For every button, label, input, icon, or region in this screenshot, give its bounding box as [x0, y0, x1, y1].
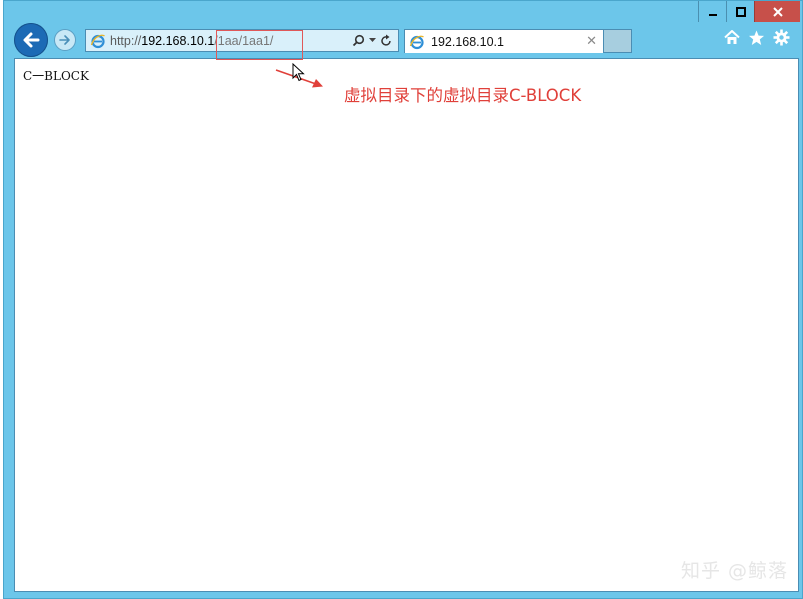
- search-icon[interactable]: [352, 34, 365, 47]
- home-icon[interactable]: [724, 30, 740, 45]
- gear-icon[interactable]: [773, 29, 790, 46]
- close-button[interactable]: [754, 1, 800, 22]
- close-icon: [772, 6, 783, 17]
- address-tools: [352, 34, 398, 47]
- forward-arrow-icon: [59, 35, 70, 45]
- tab-title: 192.168.10.1: [431, 34, 504, 49]
- maximize-button[interactable]: [726, 1, 754, 22]
- watermark: 知乎 @鲸落: [680, 560, 788, 582]
- annotation-text: 虚拟目录下的虚拟目录C-BLOCK: [344, 86, 582, 105]
- minimize-button[interactable]: [698, 1, 726, 22]
- mouse-cursor-icon: [292, 63, 305, 82]
- back-arrow-icon: [23, 32, 40, 48]
- page-body-text: C一BLOCK: [23, 69, 89, 83]
- new-tab-button[interactable]: [604, 29, 632, 53]
- url-host: 192.168.10.1: [141, 33, 215, 48]
- back-button[interactable]: [14, 23, 48, 57]
- maximize-icon: [735, 6, 746, 17]
- minimize-icon: [708, 13, 717, 16]
- tab-close-icon[interactable]: ✕: [586, 34, 597, 49]
- tab-active[interactable]: 192.168.10.1 ✕: [404, 29, 604, 53]
- url-highlight-box: [216, 30, 303, 60]
- toolbar-right: [724, 29, 790, 46]
- favorites-star-icon[interactable]: [748, 30, 765, 46]
- refresh-icon[interactable]: [380, 34, 392, 47]
- url-scheme: http://: [110, 33, 142, 48]
- ie-logo-icon: [409, 35, 424, 49]
- page-content: C一BLOCK 知乎 @鲸落: [14, 58, 799, 592]
- forward-button[interactable]: [54, 29, 76, 51]
- ie-logo-icon: [90, 34, 105, 48]
- browser-window: http://192.168.10.1/1aa/1aa1/ 192.168.10…: [3, 0, 803, 599]
- window-controls: [698, 1, 800, 23]
- dropdown-icon[interactable]: [369, 38, 376, 43]
